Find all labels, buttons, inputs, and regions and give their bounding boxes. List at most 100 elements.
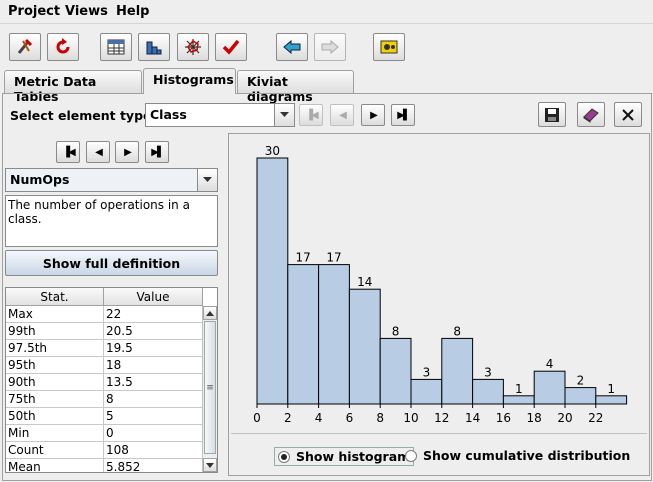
next-element-button[interactable]: ▶ [361, 104, 385, 126]
next-metric-button[interactable]: ▶ [115, 141, 139, 163]
settings-button[interactable] [373, 33, 405, 61]
prev-icon: ◀ [95, 146, 103, 158]
close-button[interactable] [614, 102, 642, 127]
menu-bar: Project Views Help [0, 0, 653, 24]
stat-name-cell: Count [6, 442, 104, 459]
show-cumulative-radio[interactable]: Show cumulative distribution [405, 448, 630, 463]
x-tick-label: 12 [434, 411, 449, 425]
next-icon: ▶ [124, 146, 132, 158]
table-row[interactable]: Min 0 [6, 425, 203, 442]
menu-project[interactable]: Project [8, 4, 60, 19]
save-button[interactable] [538, 102, 566, 127]
menu-views[interactable]: Views [65, 4, 108, 19]
tab-kiviat-diagrams[interactable]: Kiviat diagrams [237, 70, 354, 104]
check-icon [222, 39, 240, 55]
value-column-header[interactable]: Value [104, 288, 203, 306]
table-row[interactable]: 99th 20.5 [6, 323, 203, 340]
bar-value-label: 14 [357, 275, 372, 289]
stat-value-cell: 108 [104, 442, 203, 459]
tab-metric-data-tables[interactable]: Metric Data Tables [4, 70, 142, 104]
table-row[interactable]: 90th 13.5 [6, 374, 203, 391]
table-row[interactable]: Count 108 [6, 442, 203, 459]
histogram-bar [595, 395, 628, 405]
stat-value-cell: 20.5 [104, 323, 203, 340]
kiviat-icon [185, 39, 201, 55]
stat-value-cell: 5 [104, 408, 203, 425]
chevron-down-icon [197, 169, 217, 191]
table-icon [107, 39, 125, 55]
table-row[interactable]: Mean 5.852 [6, 459, 203, 472]
histogram-bar [318, 264, 350, 405]
last-metric-button[interactable]: ▶▌ [145, 141, 169, 163]
first-element-button[interactable]: ▐◀ [299, 104, 323, 126]
radio-unselected-icon [405, 449, 417, 462]
element-type-value: Class [150, 107, 187, 122]
element-type-select[interactable]: Class [145, 103, 295, 127]
histogram-bar [472, 378, 504, 405]
tab-histograms[interactable]: Histograms [143, 68, 236, 94]
x-tick-label: 20 [557, 411, 572, 425]
stat-value-cell: 13.5 [104, 374, 203, 391]
scroll-down-icon[interactable] [203, 458, 217, 472]
check-button[interactable] [215, 33, 247, 61]
scroll-up-icon[interactable] [203, 306, 217, 320]
stats-scrollbar[interactable]: ≡ [202, 306, 217, 472]
first-icon: ▐◀ [305, 109, 318, 121]
tools-icon [17, 38, 33, 54]
stat-value-cell: 18 [104, 357, 203, 374]
bar-value-label: 3 [423, 365, 431, 379]
bar-value-label: 2 [577, 374, 585, 388]
stat-column-header[interactable]: Stat. [6, 288, 104, 306]
last-icon: ▶▌ [397, 109, 410, 121]
scroll-thumb[interactable]: ≡ [204, 321, 216, 454]
stat-name-cell: 90th [6, 374, 104, 391]
prev-element-button[interactable]: ◀ [330, 104, 354, 126]
stat-name-cell: Min [6, 425, 104, 442]
tools-button[interactable] [9, 33, 41, 61]
x-tick-label: 4 [315, 411, 323, 425]
x-tick-label: 2 [284, 411, 292, 425]
book-icon [583, 107, 599, 123]
radio-selected-icon [278, 450, 290, 463]
bar-value-label: 1 [515, 382, 523, 396]
stat-name-cell: Max [6, 306, 104, 323]
histogram-chart: 3017 1714838314210 2 4 6 8 10 12 14 16 18 20 22 [253, 144, 628, 425]
show-cumulative-label: Show cumulative distribution [423, 448, 631, 463]
metric-value: NumOps [10, 172, 70, 187]
stat-name-cell: Mean [6, 459, 104, 472]
forward-button[interactable] [314, 33, 346, 61]
menu-help[interactable]: Help [116, 4, 149, 19]
stats-table: Stat. Value Max 22 99th 20.5 97.5th 19.5 95th 1… [5, 287, 218, 473]
table-row[interactable]: 97.5th 19.5 [6, 340, 203, 357]
metric-description: The number of operations in a class. [5, 195, 218, 247]
bar-value-label: 1 [607, 382, 615, 396]
metric-select[interactable]: NumOps [5, 168, 218, 192]
table-view-button[interactable] [100, 33, 132, 61]
histogram-bar [410, 378, 443, 405]
refresh-icon [56, 38, 70, 54]
table-row[interactable]: Max 22 [6, 306, 203, 323]
x-tick-label: 16 [496, 411, 511, 425]
stat-value-cell: 5.852 [104, 459, 203, 472]
first-metric-button[interactable]: ▐◀ [56, 141, 80, 163]
last-icon: ▶▌ [151, 146, 164, 158]
x-tick-label: 18 [527, 411, 542, 425]
histogram-view-button[interactable] [138, 33, 170, 61]
export-button[interactable] [577, 102, 605, 127]
refresh-button[interactable] [47, 33, 79, 61]
x-tick-label: 6 [346, 411, 354, 425]
kiviat-view-button[interactable] [177, 33, 209, 61]
back-button[interactable] [276, 33, 308, 61]
settings-icon [380, 40, 398, 54]
table-row[interactable]: 50th 5 [6, 408, 203, 425]
table-row[interactable]: 95th 18 [6, 357, 203, 374]
show-histogram-radio[interactable]: Show histogram [274, 447, 415, 466]
chevron-down-icon [274, 104, 294, 126]
bar-value-label: 30 [265, 144, 280, 158]
prev-metric-button[interactable]: ◀ [86, 141, 110, 163]
last-element-button[interactable]: ▶▌ [391, 104, 415, 126]
histogram-bar [348, 288, 381, 405]
table-row[interactable]: 75th 8 [6, 391, 203, 408]
x-tick-label: 22 [588, 411, 603, 425]
show-full-definition-button[interactable]: Show full definition [5, 250, 218, 276]
